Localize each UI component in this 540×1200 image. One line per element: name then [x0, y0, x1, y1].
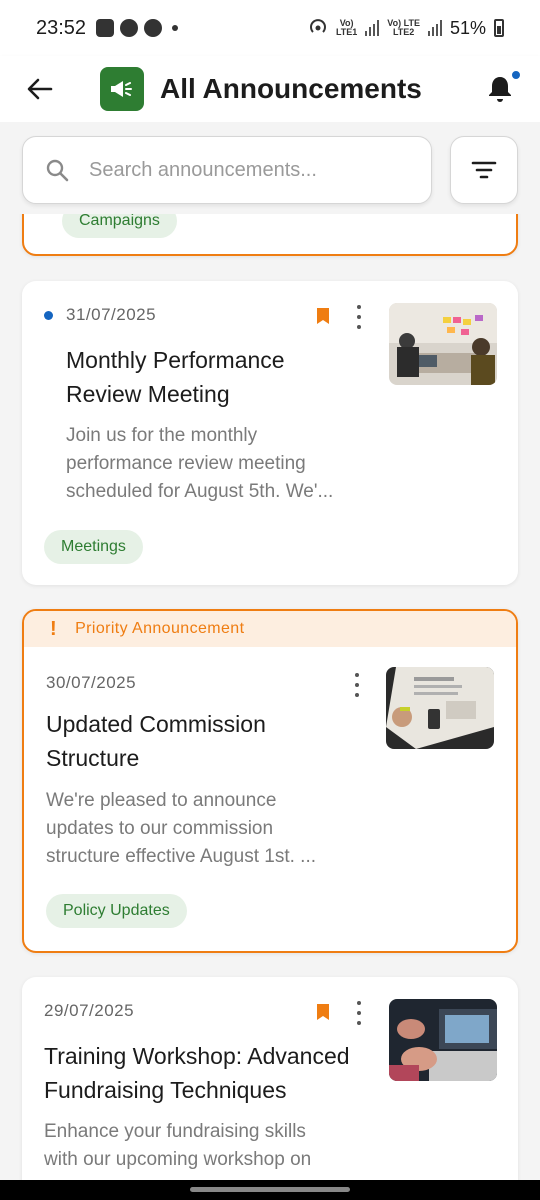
unread-indicator — [510, 69, 522, 81]
announcement-date: 29/07/2025 — [44, 1001, 135, 1020]
category-tag[interactable]: Policy Updates — [46, 894, 187, 928]
announcement-excerpt: We're pleased to announce updates to our… — [46, 787, 316, 871]
announcement-card[interactable]: ! Priority Announcement 30/07/2025 Updat… — [22, 609, 518, 953]
title-line: Monthly Performance — [66, 347, 285, 373]
notifications-button[interactable] — [482, 69, 522, 107]
announcement-title: Monthly Performance Review Meeting — [66, 343, 285, 411]
status-bar: 23:52 Vo) LTE1 Vo) LTE LTE2 51% — [0, 0, 540, 56]
bell-icon — [489, 77, 511, 102]
announcement-thumbnail — [389, 303, 497, 385]
battery-percent: 51% — [449, 17, 486, 38]
sim2-label: Vo) LTE LTE2 — [387, 19, 420, 37]
title-line: Structure — [46, 745, 140, 771]
back-button[interactable] — [22, 71, 58, 107]
more-options-button[interactable] — [352, 673, 362, 697]
priority-banner: ! Priority Announcement — [24, 611, 516, 647]
announcement-date: 31/07/2025 — [66, 305, 157, 324]
excerpt-line: structure effective August 1st. ... — [46, 846, 317, 867]
excerpt-line: Enhance your fundraising skills — [44, 1121, 306, 1142]
excerpt-line: scheduled for August 5th. We'... — [66, 481, 334, 502]
documents-photo — [386, 667, 494, 749]
sim2-signal-icon — [427, 20, 442, 36]
search-input[interactable] — [89, 158, 389, 182]
filter-button[interactable] — [450, 136, 518, 204]
excerpt-line: updates to our commission — [46, 818, 274, 839]
hotspot-icon — [310, 19, 326, 33]
announcement-list[interactable]: Campaigns 31/07/2025 Monthly Performance… — [0, 214, 540, 1180]
search-row — [0, 122, 540, 214]
app-logo — [100, 67, 144, 111]
sim2-lte: LTE2 — [392, 27, 415, 37]
page-title: All Announcements — [160, 73, 422, 104]
filter-icon — [471, 161, 497, 179]
bookmark-icon[interactable] — [316, 307, 330, 325]
sim1-lte: LTE1 — [335, 27, 358, 37]
excerpt-line: with our upcoming workshop on — [44, 1149, 312, 1170]
title-line: Updated Commission — [46, 711, 266, 737]
announcement-card[interactable]: 29/07/2025 Training Workshop: Advanced F… — [22, 977, 518, 1180]
priority-icon: ! — [50, 617, 58, 640]
megaphone-icon — [111, 81, 132, 97]
announcement-excerpt: Join us for the monthly performance revi… — [66, 422, 333, 506]
priority-label: Priority Announcement — [75, 620, 245, 637]
sim1-signal-icon — [365, 20, 380, 36]
excerpt-line: performance review meeting — [66, 453, 306, 474]
announcement-card[interactable]: 31/07/2025 Monthly Performance Review Me… — [22, 281, 518, 585]
more-options-button[interactable] — [354, 1001, 364, 1025]
chat-icon — [120, 19, 139, 37]
announcement-excerpt: Enhance your fundraising skills with our… — [44, 1118, 311, 1174]
system-nav-bar — [0, 1180, 540, 1200]
app-bar: All Announcements — [0, 56, 540, 122]
notification-icons — [96, 19, 179, 37]
category-tag[interactable]: Meetings — [44, 530, 143, 564]
announcement-thumbnail — [386, 667, 494, 749]
title-line: Review Meeting — [66, 381, 230, 407]
search-box[interactable] — [22, 136, 432, 204]
bookmark-icon[interactable] — [316, 1003, 330, 1021]
back-arrow-icon — [27, 78, 53, 100]
title-line: Training Workshop: Advanced — [44, 1043, 350, 1069]
status-indicators: Vo) LTE1 Vo) LTE LTE2 51% — [308, 18, 504, 39]
status-time: 23:52 — [36, 16, 87, 39]
workshop-photo — [389, 999, 497, 1081]
excerpt-line: Join us for the monthly — [66, 425, 258, 446]
excerpt-line: We're pleased to announce — [46, 790, 277, 811]
unread-dot — [44, 311, 53, 320]
messenger-icon — [144, 19, 163, 37]
sim1-label: Vo) LTE1 — [336, 19, 357, 37]
category-tag[interactable]: Campaigns — [62, 214, 177, 238]
more-notifications-icon — [172, 25, 179, 31]
announcement-card[interactable]: Campaigns — [22, 214, 518, 256]
announcement-thumbnail — [389, 999, 497, 1081]
announcement-date: 30/07/2025 — [46, 673, 137, 692]
home-gesture-handle[interactable] — [190, 1187, 350, 1192]
gallery-icon — [96, 19, 115, 37]
announcement-title: Updated Commission Structure — [46, 707, 266, 775]
battery-icon — [494, 19, 504, 37]
title-line: Fundraising Techniques — [44, 1077, 287, 1103]
meeting-photo — [389, 303, 497, 385]
search-icon — [46, 159, 69, 182]
more-options-button[interactable] — [354, 305, 364, 329]
announcement-title: Training Workshop: Advanced Fundraising … — [44, 1039, 350, 1107]
